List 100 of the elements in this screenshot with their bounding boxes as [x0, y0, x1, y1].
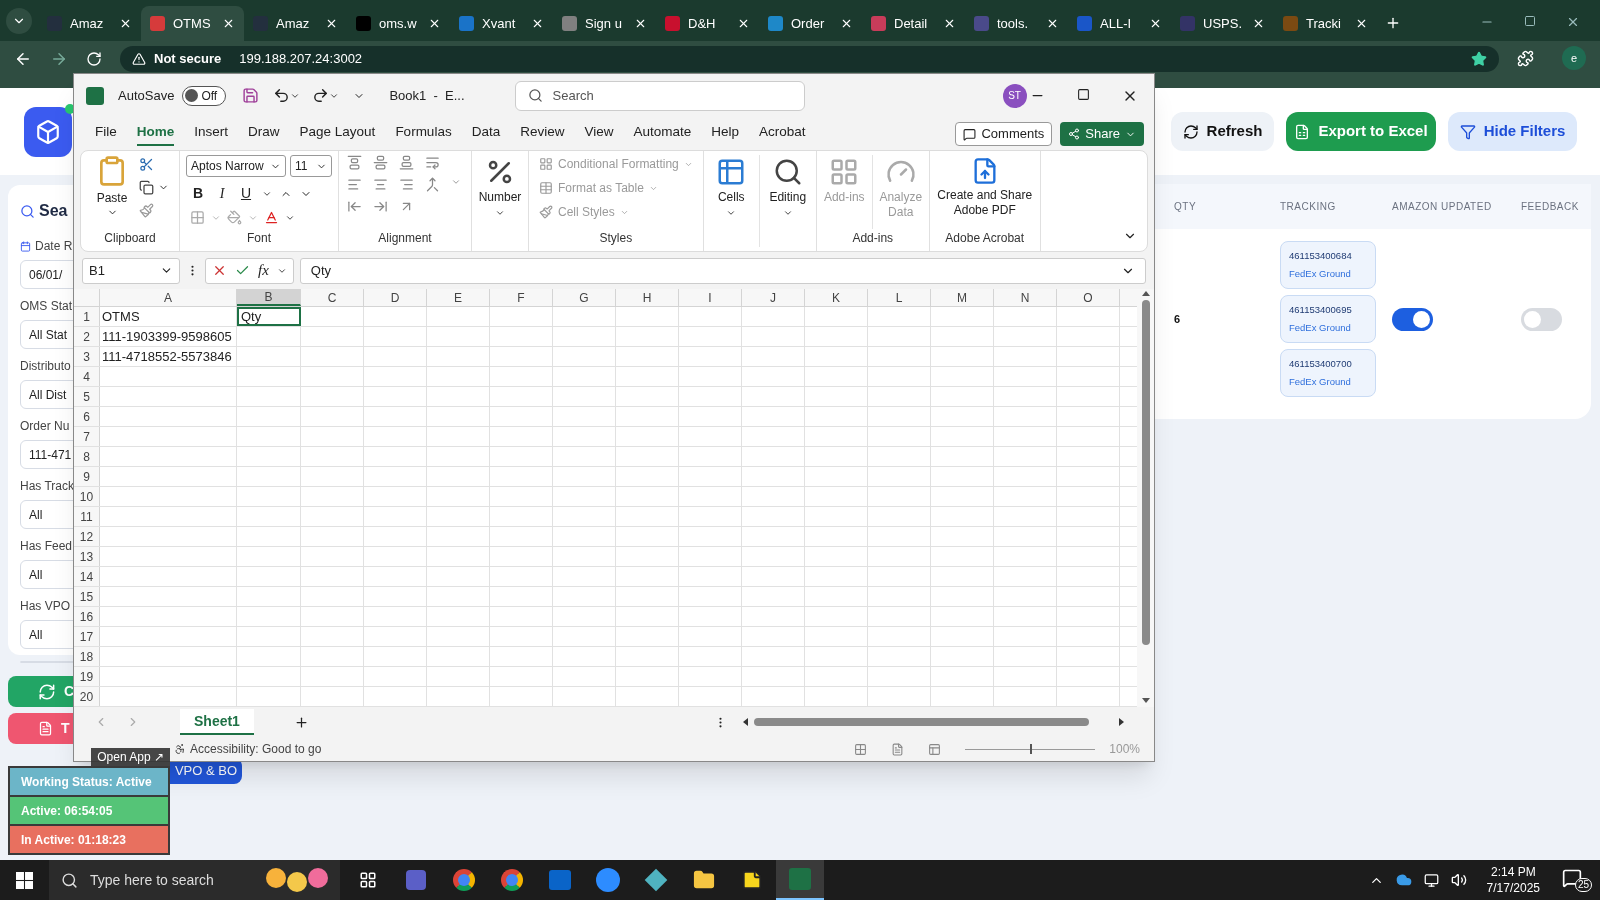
column-header[interactable]: I	[679, 289, 742, 307]
new-tab-icon[interactable]	[1385, 15, 1401, 31]
undo-icon[interactable]	[273, 87, 291, 105]
ribbon-button[interactable]: Cells	[703, 155, 760, 247]
browser-tab[interactable]: tools.	[965, 6, 1068, 41]
browser-tab[interactable]: oms.w	[347, 6, 450, 41]
volume-icon[interactable]	[1450, 872, 1467, 888]
column-header[interactable]: C	[301, 289, 364, 307]
format-painter-icon[interactable]	[139, 203, 154, 219]
close-icon[interactable]	[119, 17, 132, 30]
action-button[interactable]: Export to Excel	[1286, 112, 1436, 151]
close-icon[interactable]	[325, 17, 338, 30]
browser-tab[interactable]: Sign u	[553, 6, 656, 41]
font-size-dropdown[interactable]: 11	[290, 155, 332, 178]
taskbar-app[interactable]	[776, 860, 824, 900]
column-header[interactable]: H	[616, 289, 679, 307]
align-bottom-icon[interactable]	[399, 155, 414, 171]
back-icon[interactable]	[14, 50, 32, 68]
bookmark-star-icon[interactable]	[1471, 51, 1487, 67]
align-left-icon[interactable]	[347, 177, 362, 193]
browser-tab[interactable]: ALL-I	[1068, 6, 1171, 41]
action-button[interactable]: Refresh	[1171, 112, 1274, 151]
share-button[interactable]: Share	[1060, 122, 1144, 147]
toggle-switch[interactable]	[1521, 307, 1562, 331]
cloud-icon[interactable]	[1395, 872, 1412, 888]
close-icon[interactable]	[1149, 17, 1162, 30]
ribbon-tab[interactable]: Data	[471, 122, 501, 146]
tracking-chip[interactable]: 461153400695 FedEx Ground	[1280, 295, 1376, 343]
align-top-icon[interactable]	[347, 155, 362, 171]
vertical-scrollbar[interactable]	[1137, 289, 1154, 708]
action-button[interactable]: Hide Filters	[1448, 112, 1577, 151]
column-header[interactable]: F	[490, 289, 553, 307]
tracking-chip[interactable]: 461153400700 FedEx Ground	[1280, 349, 1376, 397]
forward-icon[interactable]	[50, 50, 68, 68]
column-header[interactable]: E	[427, 289, 490, 307]
restore-icon[interactable]	[1524, 15, 1536, 27]
autosave-toggle[interactable]: Off	[182, 85, 227, 106]
paste-button[interactable]: Paste	[91, 155, 133, 219]
column-header[interactable]: K	[805, 289, 868, 307]
table-cell[interactable]: 111-4718552-5573846	[100, 347, 237, 367]
extensions-icon[interactable]	[1517, 50, 1534, 67]
ribbon-tab[interactable]: Review	[520, 122, 565, 146]
normal-view-icon[interactable]	[854, 742, 868, 756]
cut-icon[interactable]	[139, 157, 154, 173]
browser-tab[interactable]: OTMS	[141, 6, 244, 41]
ribbon-tab[interactable]: File	[95, 122, 117, 146]
ribbon-button[interactable]: Create and Share Adobe PDF	[929, 155, 1040, 229]
ribbon-tab[interactable]: Acrobat	[759, 122, 806, 146]
merge-icon[interactable]	[425, 177, 440, 193]
table-cell[interactable]: Qty	[237, 307, 301, 327]
ribbon-tab[interactable]: Automate	[633, 122, 692, 146]
sheet-tab[interactable]: Sheet1	[180, 709, 254, 736]
ribbon-tab[interactable]: Help	[711, 122, 740, 146]
format-button[interactable]: U	[238, 183, 254, 205]
ribbon-tab[interactable]: View	[584, 122, 614, 146]
close-icon[interactable]	[1355, 17, 1368, 30]
address-bar[interactable]: Not secure 199.188.207.24:3002	[120, 46, 1499, 72]
ribbon-tab[interactable]: Page Layout	[299, 122, 376, 146]
column-header[interactable]: N	[994, 289, 1057, 307]
browser-tab[interactable]: D&H	[656, 6, 759, 41]
open-app-button[interactable]: Open App ↗	[91, 748, 170, 766]
reload-icon[interactable]	[86, 51, 102, 67]
fill-color-icon[interactable]	[227, 210, 242, 226]
browser-tab[interactable]: Tracki	[1274, 6, 1377, 41]
comments-button[interactable]: Comments	[955, 122, 1053, 147]
browser-tab[interactable]: Amaz	[38, 6, 141, 41]
save-icon[interactable]	[242, 87, 260, 105]
start-icon[interactable]	[16, 871, 33, 889]
browser-tab[interactable]: USPS.	[1171, 6, 1274, 41]
ribbon-tab[interactable]: Home	[136, 122, 175, 146]
add-sheet-icon[interactable]	[293, 714, 309, 730]
profile-avatar[interactable]: e	[1562, 46, 1586, 70]
zoom-slider[interactable]	[965, 743, 1096, 756]
close-icon[interactable]	[840, 17, 853, 30]
taskbar-search-field[interactable]: Type here to search	[49, 860, 340, 900]
ribbon-tab[interactable]: Formulas	[395, 122, 452, 146]
redo-icon[interactable]	[312, 87, 330, 105]
column-header[interactable]: O	[1057, 289, 1120, 307]
tab-list-button[interactable]	[6, 8, 32, 34]
insert-function-button[interactable]: fx	[258, 259, 269, 282]
align-right-icon[interactable]	[399, 177, 414, 193]
name-box[interactable]: B1	[82, 257, 180, 284]
clock[interactable]: 2:14 PM 7/17/2025	[1486, 864, 1540, 896]
browser-tab[interactable]: Order	[759, 6, 862, 41]
close-icon[interactable]	[737, 17, 750, 30]
network-icon[interactable]	[1423, 872, 1439, 888]
column-header[interactable]: L	[868, 289, 931, 307]
ribbon-button[interactable]: Editing	[759, 155, 816, 247]
ribbon-button[interactable]: Number	[472, 155, 528, 247]
close-icon[interactable]	[943, 17, 956, 30]
browser-tab[interactable]: Xvant	[450, 6, 553, 41]
search-field[interactable]: Search	[514, 80, 805, 111]
page-layout-icon[interactable]	[891, 742, 905, 756]
maximize-icon[interactable]	[1077, 87, 1090, 101]
column-header[interactable]: J	[742, 289, 805, 307]
font-color-icon[interactable]	[264, 210, 279, 226]
format-button[interactable]: I	[214, 183, 230, 205]
page-break-icon[interactable]	[928, 742, 942, 756]
ribbon-tab[interactable]: Insert	[194, 122, 229, 146]
wrap-text-icon[interactable]	[425, 155, 440, 171]
